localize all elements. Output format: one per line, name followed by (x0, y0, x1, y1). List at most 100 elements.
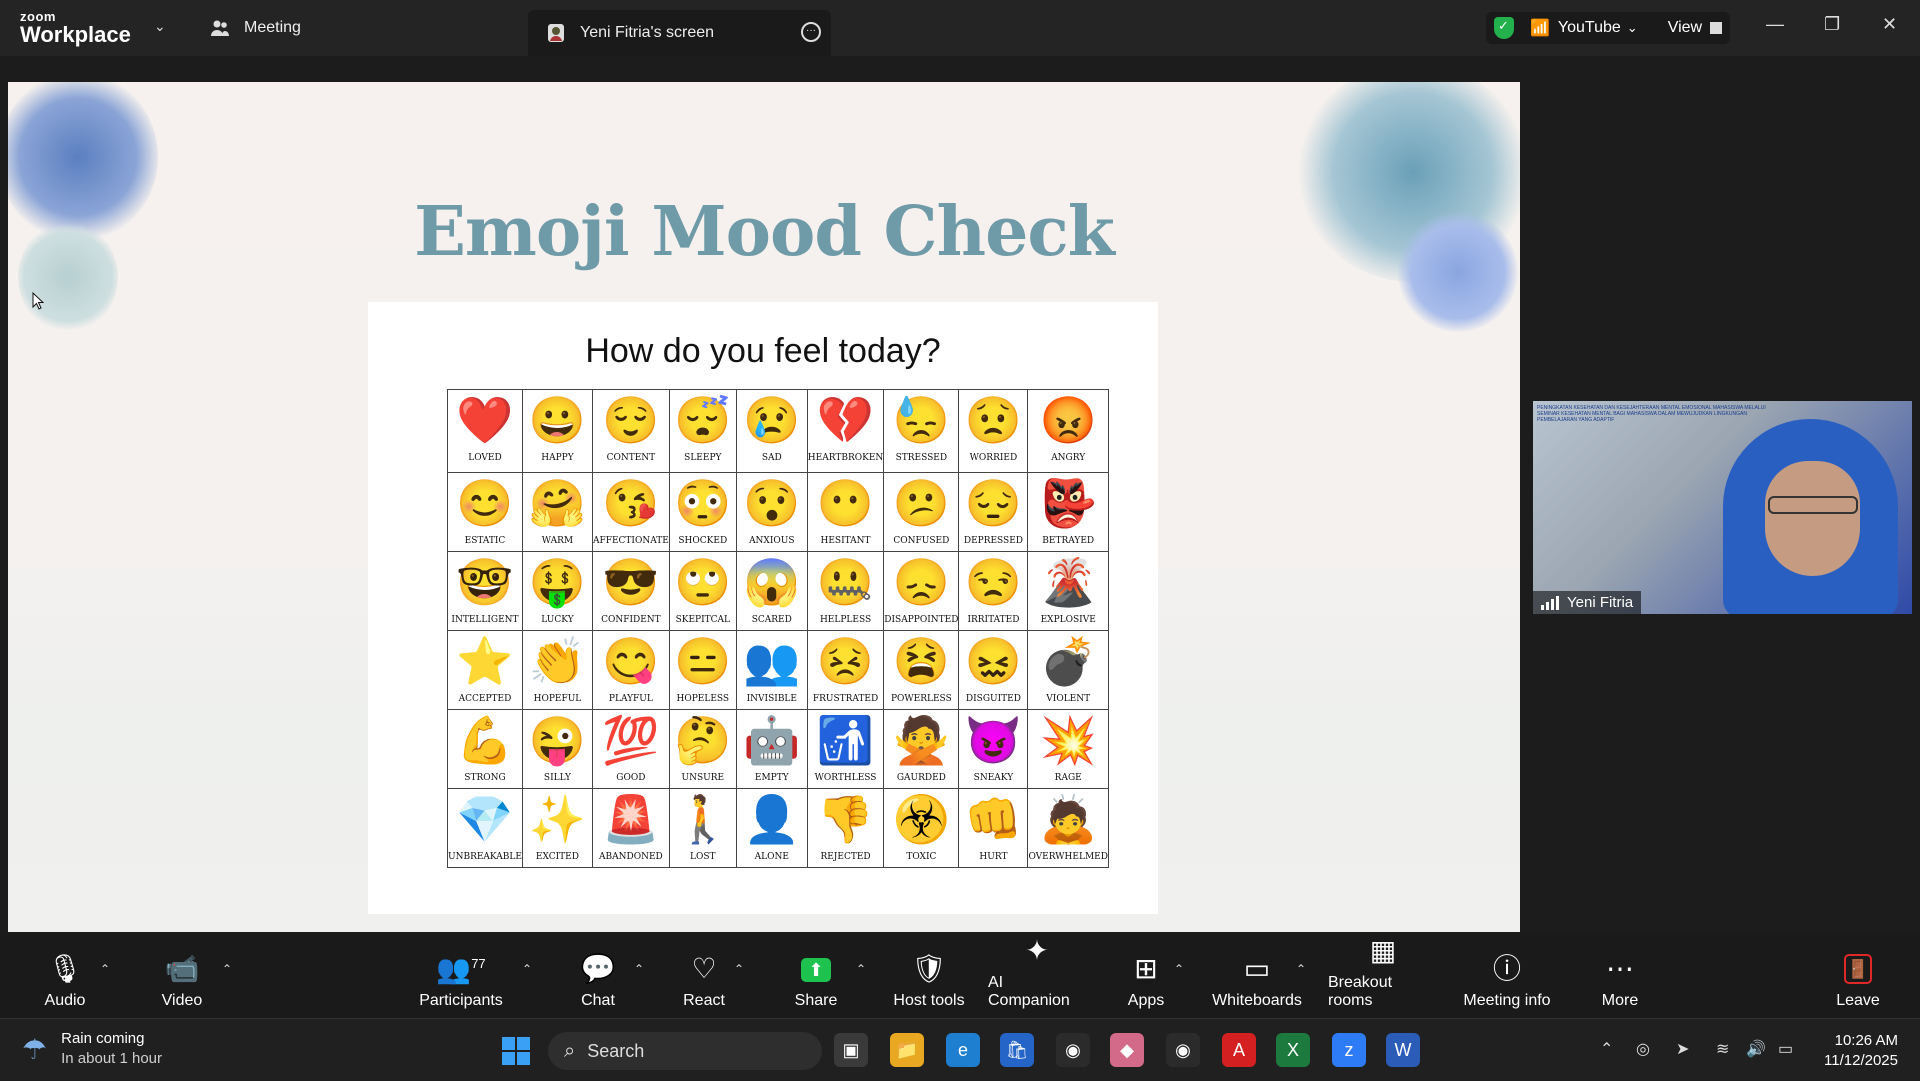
apps-caret-icon[interactable]: ⌃ (1174, 962, 1184, 976)
task-view-icon[interactable]: ▣ (834, 1033, 868, 1067)
emoji-cell: 🤔 UNSURE (668, 709, 737, 789)
audio-caret-icon[interactable]: ⌃ (100, 962, 110, 976)
meeting-toolbar: 🎙 Audio ⌃ 📹 Video ⌃ 👥77 Participants ⌃ 💬… (0, 932, 1920, 1018)
chevron-down-icon[interactable]: ⌄ (154, 18, 166, 35)
title-bar: zoom Workplace ⌄ Meeting Yeni Fitria's s… (0, 0, 1920, 56)
emoji-icon: 😴 (674, 394, 732, 446)
excel-icon[interactable]: X (1276, 1033, 1310, 1067)
emoji-label: GAURDED (896, 773, 946, 783)
volume-icon[interactable]: 🔊 (1746, 1039, 1766, 1059)
leave-button[interactable]: 🚪 Leave (1836, 932, 1880, 1018)
emoji-icon: ✨ (528, 793, 587, 845)
location-icon[interactable]: ➤ (1676, 1039, 1689, 1059)
emoji-icon: 😊 (456, 477, 514, 529)
chat-icon: 💬 (580, 953, 616, 984)
emoji-label: WORRIED (969, 453, 1018, 463)
emoji-icon: 😟 (964, 394, 1023, 446)
emoji-cell: 😊 ESTATIC (447, 472, 523, 552)
system-clock[interactable]: 10:26 AM 11/12/2025 (1824, 1031, 1898, 1071)
emoji-label: LOVED (468, 453, 502, 463)
store-icon[interactable]: 🛍 (1000, 1033, 1034, 1067)
tray-overflow-icon[interactable]: ⌃ (1600, 1039, 1613, 1059)
info-icon: ⓘ (1492, 953, 1521, 984)
audio-button[interactable]: 🎙 Audio (40, 932, 90, 1018)
breakout-rooms-button[interactable]: ▦ Breakout rooms (1328, 932, 1438, 1018)
meeting-info-button[interactable]: ⓘ Meeting info (1462, 932, 1552, 1018)
file-explorer-icon[interactable]: 📁 (890, 1033, 924, 1067)
emoji-cell: 😖 DISGUITED (958, 630, 1029, 710)
chat-caret-icon[interactable]: ⌃ (634, 962, 644, 976)
emoji-row: 🤓 INTELLIGENT 🤑 LUCKY 😎 CONFIDENT 🙄 SKEPITCAL 😱 S… (447, 551, 1109, 631)
emoji-cell: 👺 BETRAYED (1027, 472, 1109, 552)
whiteboards-caret-icon[interactable]: ⌃ (1296, 962, 1306, 976)
rss-icon: 📶 (1530, 20, 1550, 37)
chat-button[interactable]: 💬 Chat (578, 932, 618, 1018)
emoji-cell: 🚨 ABANDONED (591, 788, 670, 868)
weather-widget[interactable]: ☂ Rain coming In about 1 hour (22, 1029, 162, 1069)
windows-start-icon[interactable] (502, 1037, 530, 1065)
battery-icon[interactable]: ▭ (1778, 1039, 1793, 1059)
host-tools-button[interactable]: 🛡 Host tools (892, 932, 966, 1018)
tab-shared-screen[interactable]: Yeni Fitria's screen ··· (528, 10, 831, 56)
chrome-profile-icon[interactable]: ◉ (1166, 1033, 1200, 1067)
participants-button[interactable]: 👥77 Participants (416, 932, 506, 1018)
minimize-icon[interactable]: — (1766, 14, 1784, 35)
emoji-label: ANGRY (1051, 453, 1086, 463)
zoom-app-icon[interactable]: z (1332, 1033, 1366, 1067)
react-button[interactable]: ♡ React (683, 932, 725, 1018)
participant-video[interactable]: PENINGKATAN KESEHATAN DAN KESEJAHTERAAN … (1533, 401, 1912, 614)
tab-meeting[interactable]: Meeting (210, 0, 301, 56)
emoji-cell: ❤️ LOVED (447, 389, 523, 473)
apps-icon: ⊞ (1134, 953, 1158, 984)
emoji-label: OVERWHELMED (1028, 852, 1108, 862)
more-options-icon[interactable]: ··· (801, 22, 821, 42)
video-caret-icon[interactable]: ⌃ (222, 962, 232, 976)
wifi-icon[interactable]: ≋ (1716, 1039, 1729, 1059)
windows-taskbar: ☂ Rain coming In about 1 hour ⌕ Search ▣… (0, 1018, 1920, 1081)
zoom-workplace-logo[interactable]: zoom Workplace (20, 10, 131, 47)
video-label: Video (161, 992, 203, 1009)
shield-icon: 🛡 (911, 953, 947, 984)
emoji-label: ABANDONED (599, 852, 663, 862)
emoji-icon: 😔 (964, 477, 1023, 529)
emoji-icon: 😯 (743, 477, 801, 529)
tray-app-icon[interactable]: ◎ (1636, 1039, 1650, 1059)
emoji-row: 💪 STRONG 😜 SILLY 💯 GOOD 🤔 UNSURE 🤖 EMPTY 🚮 WORTHLES… (447, 709, 1109, 789)
more-label: More (1601, 992, 1639, 1009)
apps-button[interactable]: ⊞ Apps (1126, 932, 1166, 1018)
react-caret-icon[interactable]: ⌃ (734, 962, 744, 976)
weather-subtitle: In about 1 hour (61, 1050, 163, 1067)
restore-icon[interactable]: ❐ (1824, 14, 1840, 35)
emoji-icon: 😒 (964, 556, 1023, 608)
eraser-app-icon[interactable]: ◆ (1110, 1033, 1144, 1067)
ai-companion-button[interactable]: ✦ AI Companion (988, 932, 1086, 1018)
leave-label: Leave (1836, 992, 1880, 1009)
audio-source-bar: 📶 YouTube ⌄ View (1486, 12, 1730, 44)
emoji-cell: ✨ EXCITED (521, 788, 593, 868)
emoji-label: LUCKY (541, 615, 574, 625)
emoji-icon: 😈 (964, 714, 1023, 766)
chat-label: Chat (581, 992, 615, 1009)
acrobat-icon[interactable]: A (1222, 1033, 1256, 1067)
view-icon[interactable] (1710, 22, 1723, 34)
audio-source-label[interactable]: YouTube (1558, 19, 1621, 37)
more-button[interactable]: ⋯ More (1598, 932, 1642, 1018)
share-caret-icon[interactable]: ⌃ (856, 962, 866, 976)
share-button[interactable]: ⬆ Share (794, 932, 838, 1018)
emoji-cell: 😎 CONFIDENT (591, 551, 670, 631)
emoji-label: GOOD (616, 773, 646, 783)
chevron-down-icon[interactable]: ⌄ (1627, 20, 1638, 36)
logo-big-text: Workplace (20, 22, 131, 47)
chrome-icon[interactable]: ◉ (1056, 1033, 1090, 1067)
view-label[interactable]: View (1668, 19, 1702, 37)
taskbar-search[interactable]: ⌕ Search (548, 1032, 822, 1070)
participants-caret-icon[interactable]: ⌃ (522, 962, 532, 976)
edge-browser-icon[interactable]: e (946, 1033, 980, 1067)
emoji-cell: 👏 HOPEFUL (521, 630, 593, 710)
word-icon[interactable]: W (1386, 1033, 1420, 1067)
shared-screen: Emoji Mood Check How do you feel today? … (8, 82, 1520, 932)
video-button[interactable]: 📹 Video (156, 932, 208, 1018)
emoji-cell: 👊 HURT (958, 788, 1029, 868)
close-icon[interactable]: ✕ (1882, 14, 1897, 35)
whiteboards-button[interactable]: ▭ Whiteboards (1212, 932, 1302, 1018)
